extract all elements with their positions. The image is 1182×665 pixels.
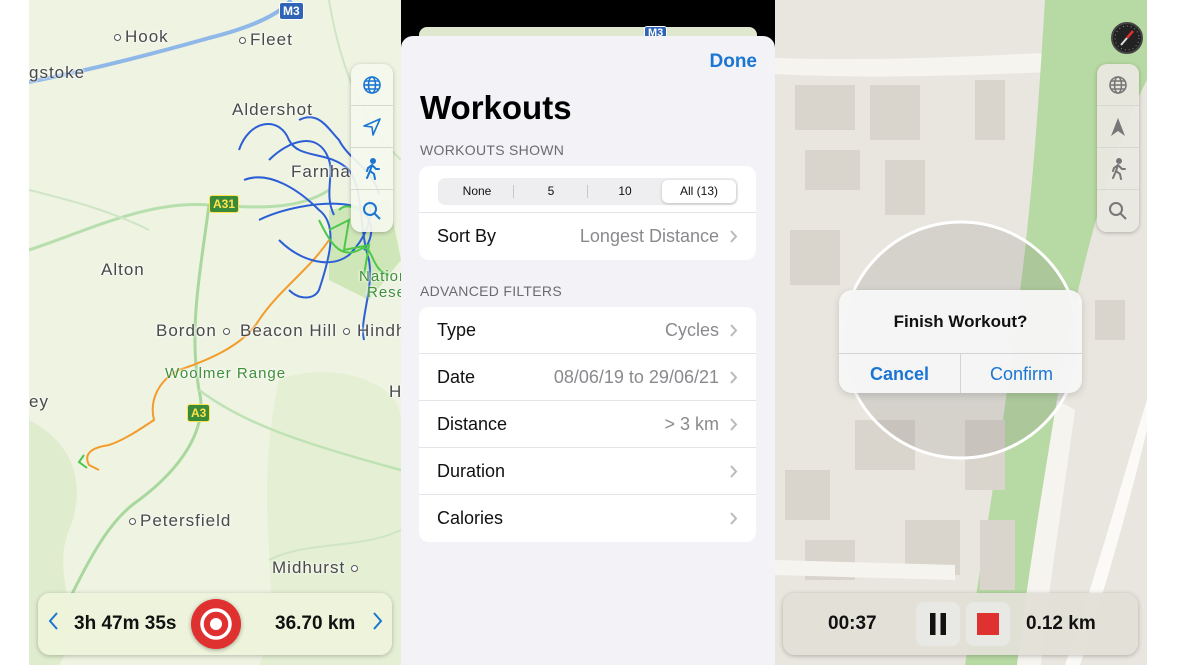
chevron-right-icon (730, 464, 738, 478)
segment-5[interactable]: 5 (514, 180, 588, 203)
filter-value: Cycles (664, 319, 719, 340)
place-label: Petersfield (129, 511, 231, 531)
recording-bar: 00:37 0.12 km (783, 593, 1138, 655)
place-label: Hindh (357, 321, 401, 340)
workouts-count-segmented-control: None 5 10 All (13) (438, 178, 738, 205)
recorded-distance: 0.12 km (1026, 613, 1096, 634)
previous-workout-button[interactable] (48, 610, 60, 638)
next-workout-button[interactable] (371, 610, 383, 637)
record-icon (200, 608, 232, 640)
sort-by-label: Sort By (437, 226, 497, 246)
chevron-right-icon (730, 230, 738, 243)
place-label: Farnha (291, 162, 351, 181)
pause-icon (930, 613, 946, 635)
section-header-advanced-filters: ADVANCED FILTERS (420, 283, 562, 299)
elapsed-time: 00:37 (828, 613, 877, 634)
north-arrow-icon (1111, 117, 1125, 136)
walking-mode-button[interactable] (1097, 148, 1139, 190)
location-button[interactable] (351, 106, 393, 148)
segment-all[interactable]: All (13) (662, 180, 736, 203)
chevron-right-icon (373, 612, 383, 630)
filter-row-duration[interactable]: Duration (419, 448, 756, 495)
place-label: Fleet (239, 30, 293, 50)
filter-row-distance[interactable]: Distance > 3 km (419, 401, 756, 448)
walking-mode-button[interactable] (351, 148, 393, 190)
chevron-right-icon (730, 370, 738, 384)
done-button[interactable]: Done (710, 51, 758, 73)
place-label: Rese (367, 284, 401, 301)
stop-icon (977, 613, 999, 635)
place-label: gstoke (29, 63, 86, 82)
segment-10[interactable]: 10 (588, 180, 662, 203)
compass-needle-icon (1114, 25, 1140, 51)
page-title: Workouts (420, 89, 572, 126)
workouts-shown-group: None 5 10 All (13) Sort By Longest Dista… (419, 166, 756, 260)
map-panel-routes[interactable]: M3 A31 A3 Hook Fleet gstoke Aldershot Fa… (29, 0, 401, 665)
globe-icon (1109, 75, 1127, 94)
filter-label: Calories (437, 508, 504, 528)
sort-by-value: Longest Distance (579, 226, 719, 246)
a3-shield: A3 (187, 404, 211, 422)
place-label: H (389, 382, 401, 401)
search-button[interactable] (1097, 190, 1139, 232)
heading-button[interactable] (1097, 106, 1139, 148)
place-label: National (359, 268, 401, 285)
filter-row-type[interactable]: Type Cycles (419, 307, 756, 354)
filter-label: Date (437, 366, 476, 387)
workout-distance: 36.70 km (275, 613, 356, 634)
globe-button[interactable] (1097, 64, 1139, 106)
place-label: Hook (114, 27, 169, 47)
compass-icon[interactable] (1111, 22, 1143, 54)
a31-shield: A31 (209, 195, 240, 213)
finish-workout-alert: Finish Workout? Cancel Confirm (839, 290, 1082, 393)
place-label: Midhurst (272, 558, 362, 578)
filter-value: > 3 km (664, 413, 719, 434)
cancel-button[interactable]: Cancel (839, 354, 961, 393)
walking-icon (1112, 157, 1126, 180)
m3-shield: M3 (279, 2, 304, 20)
chevron-right-icon (730, 512, 738, 525)
workout-summary-bar: 3h 47m 35s 36.70 km (38, 593, 392, 655)
globe-icon (363, 75, 381, 94)
segment-none[interactable]: None (440, 180, 514, 203)
map-panel-recording[interactable]: Finish Workout? Cancel Confirm 00:37 0.1… (775, 0, 1147, 665)
place-label: ey (29, 392, 49, 411)
workouts-sheet: Done Workouts WORKOUTS SHOWN None 5 10 A… (401, 36, 775, 665)
confirm-button[interactable]: Confirm (961, 354, 1082, 393)
sort-by-row[interactable]: Sort By Longest Distance (419, 213, 756, 260)
search-button[interactable] (351, 190, 393, 232)
chevron-right-icon (730, 417, 738, 431)
filter-label: Duration (437, 460, 506, 481)
walking-icon (366, 157, 380, 180)
place-label: Aldershot (232, 100, 313, 119)
globe-button[interactable] (351, 64, 393, 106)
chevron-left-icon (48, 612, 58, 630)
filter-value: 08/06/19 to 29/06/21 (553, 366, 719, 387)
workouts-settings-panel: M3 Done Workouts WORKOUTS SHOWN None 5 1… (401, 0, 775, 665)
chevron-right-icon (730, 323, 738, 337)
map-controls (351, 64, 393, 232)
stop-button[interactable] (966, 602, 1010, 646)
place-label: Bordon (156, 321, 234, 341)
place-label: Alton (101, 260, 145, 279)
filter-label: Type (437, 319, 477, 340)
pause-button[interactable] (916, 602, 960, 646)
workout-duration: 3h 47m 35s (74, 613, 177, 634)
place-label: Beacon Hill (240, 321, 354, 341)
section-header-workouts-shown: WORKOUTS SHOWN (420, 142, 565, 158)
search-icon (1109, 202, 1127, 220)
place-label: Woolmer Range (165, 365, 287, 382)
filter-row-calories[interactable]: Calories (419, 495, 756, 542)
filter-label: Distance (437, 413, 508, 434)
record-button[interactable] (191, 599, 241, 649)
location-arrow-icon (363, 117, 381, 136)
map-controls (1097, 64, 1139, 232)
alert-title: Finish Workout? (893, 312, 1028, 331)
filter-row-date[interactable]: Date 08/06/19 to 29/06/21 (419, 354, 756, 401)
advanced-filters-group: Type Cycles Date 08/06/19 to 29/06/21 Di… (419, 307, 756, 542)
search-icon (363, 202, 381, 220)
